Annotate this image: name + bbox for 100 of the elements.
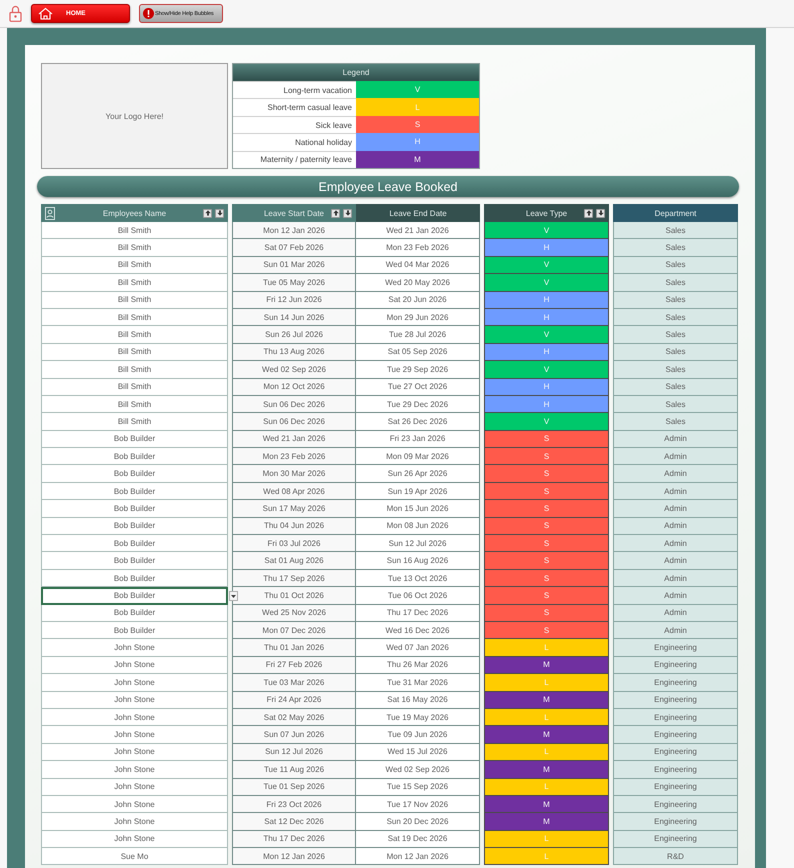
date-cell: Sun 17 May 2026 bbox=[232, 500, 356, 518]
sort-down-button[interactable] bbox=[343, 208, 352, 218]
leave-type-cell: S bbox=[484, 482, 609, 500]
date-cell: Thu 17 Dec 2026 bbox=[232, 830, 356, 848]
leave-type-cell: M bbox=[484, 813, 609, 831]
up-arrow-icon bbox=[332, 210, 338, 216]
leave-type-cell: S bbox=[484, 622, 609, 640]
name-cell: John Stone bbox=[41, 796, 228, 814]
leave-type-cell: V bbox=[484, 413, 609, 431]
date-cell: Tue 03 Mar 2026 bbox=[232, 674, 356, 692]
date-cell: Tue 27 Oct 2026 bbox=[356, 378, 480, 396]
lock-icon bbox=[9, 5, 22, 22]
legend-header: Legend bbox=[233, 64, 479, 81]
date-cell: Sun 07 Jun 2026 bbox=[232, 726, 356, 744]
name-cell: Bob Builder bbox=[41, 430, 228, 448]
legend-color-cell: M bbox=[356, 150, 479, 168]
department-cell: Sales bbox=[613, 239, 738, 257]
leave-type-cell: M bbox=[484, 761, 609, 778]
caret-icon bbox=[231, 594, 236, 598]
date-cell: Fri 03 Jul 2026 bbox=[232, 535, 356, 552]
department-cell: Sales bbox=[613, 274, 738, 292]
department-cell: Admin bbox=[613, 622, 738, 640]
department-cell: Sales bbox=[613, 396, 738, 414]
sort-up-button[interactable] bbox=[331, 208, 340, 218]
name-cell: John Stone bbox=[41, 761, 228, 778]
name-cell: Bob Builder bbox=[41, 448, 228, 466]
leave-type-cell: L bbox=[484, 744, 609, 762]
name-cell: Bob Builder bbox=[41, 535, 228, 552]
name-cell: Bill Smith bbox=[41, 239, 228, 257]
date-cell: Sat 01 Aug 2026 bbox=[232, 552, 356, 570]
department-cell: Admin bbox=[613, 430, 738, 448]
date-cell: Mon 07 Dec 2026 bbox=[232, 622, 356, 640]
date-cell: Tue 29 Dec 2026 bbox=[356, 396, 480, 414]
sort-up-button[interactable] bbox=[203, 208, 212, 218]
date-cell: Thu 17 Dec 2026 bbox=[356, 604, 480, 622]
name-cell: Bob Builder bbox=[41, 465, 228, 483]
leave-type-cell: L bbox=[484, 848, 609, 866]
leave-type-cell: S bbox=[484, 535, 609, 552]
department-cell: Sales bbox=[613, 256, 738, 274]
department-cell: Engineering bbox=[613, 761, 738, 778]
leave-type-cell: V bbox=[484, 361, 609, 379]
date-cell: Tue 11 Aug 2026 bbox=[232, 761, 356, 778]
date-cell: Sat 26 Dec 2026 bbox=[356, 413, 480, 431]
up-arrow-icon bbox=[586, 210, 592, 216]
sort-down-button[interactable] bbox=[596, 208, 605, 218]
department-cell: Admin bbox=[613, 604, 738, 622]
date-cell: Mon 12 Jan 2026 bbox=[232, 222, 356, 240]
department-cell: Engineering bbox=[613, 778, 738, 796]
legend-color-cell: V bbox=[356, 81, 479, 98]
sort-up-button[interactable] bbox=[584, 208, 593, 218]
name-cell: Bill Smith bbox=[41, 222, 228, 240]
date-cell: Sun 06 Dec 2026 bbox=[232, 413, 356, 431]
department-cell: Engineering bbox=[613, 744, 738, 762]
date-cell: Sat 20 Jun 2026 bbox=[356, 292, 480, 309]
house-icon bbox=[38, 7, 53, 20]
name-cell: Bob Builder bbox=[41, 604, 228, 622]
name-cell: Bill Smith bbox=[41, 361, 228, 379]
department-cell: Admin bbox=[613, 500, 738, 518]
department-cell: Admin bbox=[613, 552, 738, 570]
exclamation-icon bbox=[143, 8, 154, 19]
leave-type-cell: L bbox=[484, 830, 609, 848]
down-arrow-icon bbox=[216, 210, 222, 216]
date-cell: Wed 02 Sep 2026 bbox=[356, 761, 480, 778]
department-cell: Sales bbox=[613, 413, 738, 431]
name-cell: John Stone bbox=[41, 726, 228, 744]
date-cell: Thu 01 Jan 2026 bbox=[232, 639, 356, 657]
name-cell: John Stone bbox=[41, 813, 228, 831]
date-cell: Mon 30 Mar 2026 bbox=[232, 465, 356, 483]
dropdown-button[interactable] bbox=[229, 591, 238, 602]
sort-down-button[interactable] bbox=[215, 208, 224, 218]
date-cell: Wed 16 Dec 2026 bbox=[356, 622, 480, 640]
date-cell: Mon 23 Feb 2026 bbox=[356, 239, 480, 257]
leave-type-cell: H bbox=[484, 378, 609, 396]
date-cell: Fri 23 Jan 2026 bbox=[356, 430, 480, 448]
department-cell: Sales bbox=[613, 378, 738, 396]
department-cell: Engineering bbox=[613, 796, 738, 814]
leave-type-cell: S bbox=[484, 587, 609, 605]
down-arrow-icon bbox=[344, 210, 350, 216]
department-cell: Sales bbox=[613, 344, 738, 362]
date-cell: Tue 06 Oct 2026 bbox=[356, 587, 480, 605]
date-cell: Sat 05 Sep 2026 bbox=[356, 344, 480, 362]
leave-type-cell: S bbox=[484, 552, 609, 570]
date-cell: Fri 24 Apr 2026 bbox=[232, 692, 356, 709]
department-cell: Engineering bbox=[613, 830, 738, 848]
department-cell: Admin bbox=[613, 518, 738, 536]
leave-type-cell: V bbox=[484, 256, 609, 274]
date-cell: Tue 13 Oct 2026 bbox=[356, 570, 480, 588]
column-header-label: Leave End Date bbox=[389, 208, 447, 218]
name-cell: Bill Smith bbox=[41, 378, 228, 396]
column-header-label: Leave Type bbox=[526, 208, 568, 218]
date-cell: Tue 28 Jul 2026 bbox=[356, 326, 480, 344]
date-cell: Mon 15 Jun 2026 bbox=[356, 500, 480, 518]
date-cell: Sun 06 Dec 2026 bbox=[232, 396, 356, 414]
name-cell: Bob Builder bbox=[41, 482, 228, 500]
name-cell: John Stone bbox=[41, 830, 228, 848]
leave-type-cell: S bbox=[484, 500, 609, 518]
department-cell: Engineering bbox=[613, 708, 738, 726]
date-cell: Tue 29 Sep 2026 bbox=[356, 361, 480, 379]
department-cell: Admin bbox=[613, 587, 738, 605]
leave-type-cell: H bbox=[484, 308, 609, 326]
